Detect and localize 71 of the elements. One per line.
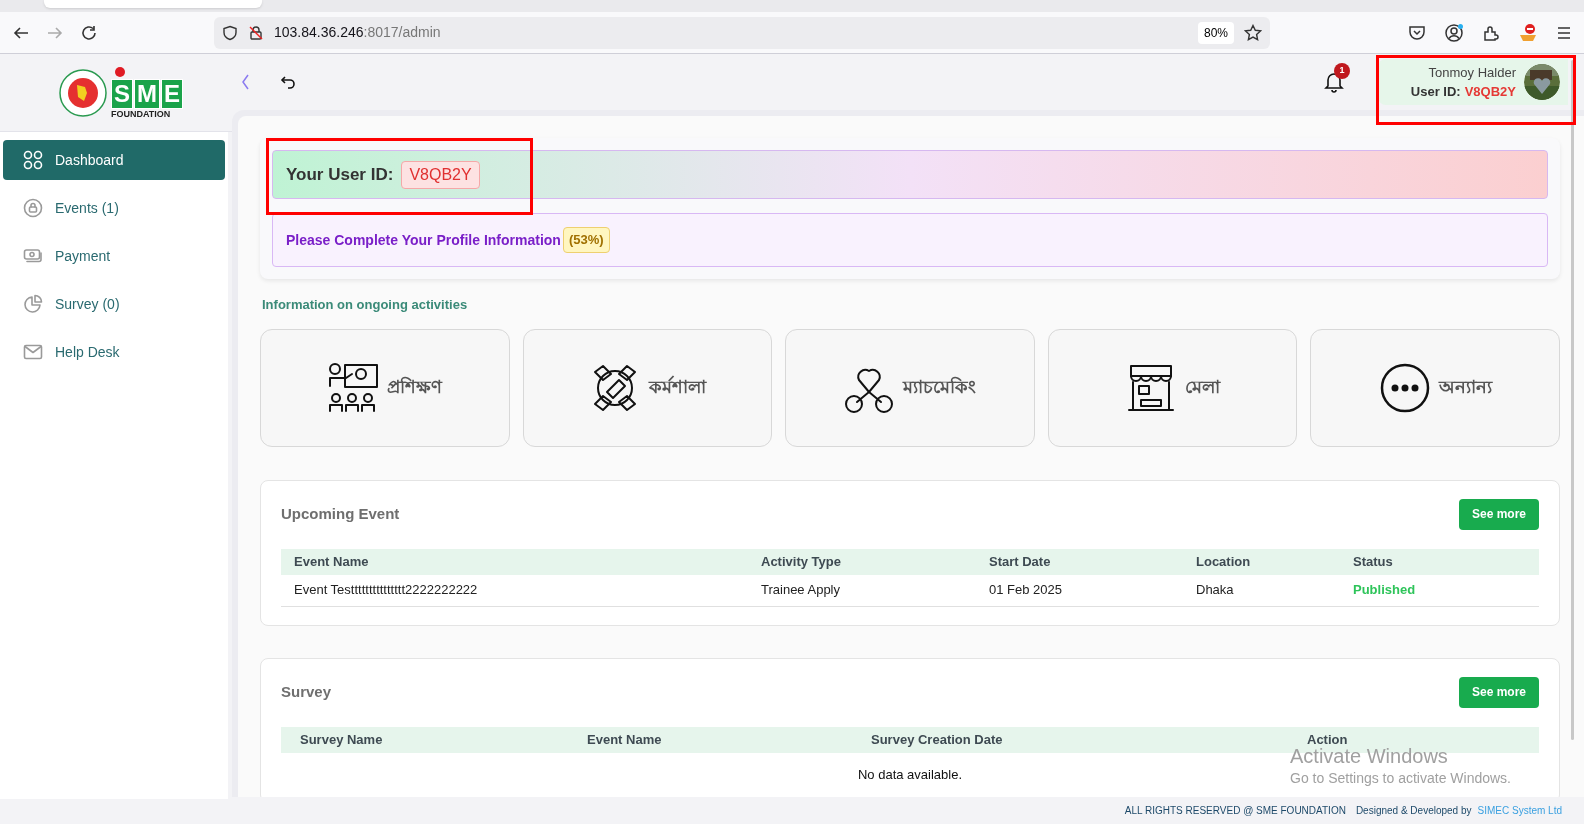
activation-subtitle: Go to Settings to activate Windows. xyxy=(1290,769,1511,788)
activity-card[interactable]: কর্মশালা xyxy=(522,328,773,447)
sidebar-item[interactable]: Survey (0) xyxy=(3,284,225,324)
bell-icon[interactable] xyxy=(1324,71,1344,93)
copyright-text: ALL RIGHTS RESERVED @ SME FOUNDATION xyxy=(1124,803,1346,818)
table-cell-text: Trainee Apply xyxy=(760,581,841,600)
notification-badge: 1 xyxy=(1334,63,1350,79)
card-title: Survey xyxy=(281,681,332,702)
column-header: Survey Name xyxy=(299,730,384,749)
activity-label: অন্যান্য xyxy=(1438,376,1492,399)
table-cell-text: Dhaka xyxy=(1195,581,1235,600)
menu-icon[interactable] xyxy=(1556,24,1572,41)
activity-card[interactable]: ম্যাচমেকিং xyxy=(785,328,1035,447)
card-title: Upcoming Event xyxy=(281,503,400,524)
zoom-level-button[interactable]: 80% xyxy=(1197,21,1234,44)
more-icon xyxy=(1378,361,1431,414)
pie-chart-icon xyxy=(23,294,43,314)
user-id-label: Your User ID: xyxy=(286,163,394,186)
emblem-icon xyxy=(59,68,107,117)
empty-table-text: No data available. xyxy=(857,765,963,784)
logo-subtitle: FOUNDATION xyxy=(111,108,171,119)
reload-icon[interactable] xyxy=(80,23,98,42)
column-header: Status xyxy=(1352,552,1394,571)
activity-card[interactable]: অন্যান্য xyxy=(1310,328,1560,447)
grid-icon xyxy=(23,150,43,170)
lock-icon xyxy=(23,198,43,218)
column-header: Event Name xyxy=(586,730,663,749)
credit-text: Designed & Developed by xyxy=(1355,803,1472,818)
sidebar-item[interactable]: Payment xyxy=(3,236,225,276)
status-text: Published xyxy=(1352,581,1417,600)
sidebar-item[interactable]: Dashboard xyxy=(3,140,225,180)
address-bar[interactable]: 103.84.36.246:8017/admin 80% xyxy=(214,16,1270,49)
user-profile-chip[interactable]: Tonmoy Halder User ID: V8QB2Y xyxy=(1378,59,1568,105)
collapse-icon[interactable] xyxy=(240,73,250,91)
logo-letter: S xyxy=(111,78,133,109)
teacher-students-icon xyxy=(327,361,380,414)
star-icon[interactable] xyxy=(1244,23,1262,42)
activity-card[interactable]: প্রশিক্ষণ xyxy=(260,328,510,447)
column-header: Survey Creation Date xyxy=(870,730,1004,749)
sidebar-item[interactable]: Help Desk xyxy=(3,332,225,372)
activity-label: ম্যাচমেকিং xyxy=(903,375,977,399)
logo-letter: E xyxy=(161,78,183,109)
extension-badge-icon[interactable] xyxy=(1518,22,1538,43)
column-header: Location xyxy=(1195,552,1252,571)
mail-icon xyxy=(23,342,43,362)
profile-percent-badge: (53%) xyxy=(562,227,610,253)
scrollbar[interactable] xyxy=(1571,60,1574,740)
table-cell-text: Event Testtttttttttttttt2222222222 xyxy=(293,581,479,600)
undo-icon[interactable] xyxy=(280,74,296,90)
activity-label: মেলা xyxy=(1185,376,1221,399)
pocket-icon[interactable] xyxy=(1408,23,1426,42)
activity-label: কর্মশালা xyxy=(648,374,706,399)
extensions-icon[interactable] xyxy=(1482,23,1500,42)
column-header: Activity Type xyxy=(760,552,842,571)
user-id-badge: V8QB2Y xyxy=(401,160,480,189)
column-header: Event Name xyxy=(293,552,370,571)
column-header: Start Date xyxy=(988,552,1052,571)
user-id-value: V8QB2Y xyxy=(1464,83,1516,101)
logo-letter: M xyxy=(134,78,160,109)
activity-label: প্রশিক্ষণ xyxy=(387,375,443,399)
profile-notice-text: Please Complete Your Profile Information xyxy=(286,230,561,250)
insecure-lock-icon[interactable] xyxy=(248,24,264,41)
shield-icon[interactable] xyxy=(222,24,238,41)
section-title: Information on ongoing activities xyxy=(262,296,469,314)
table-cell-text: 01 Feb 2025 xyxy=(988,581,1063,600)
url-text: 103.84.36.246:8017/admin xyxy=(274,23,441,42)
sidebar-item[interactable]: Events (1) xyxy=(3,188,225,228)
account-icon[interactable] xyxy=(1444,22,1464,43)
user-name: Tonmoy Halder xyxy=(1428,63,1516,82)
activity-card[interactable]: মেলা xyxy=(1047,328,1298,447)
user-id-label: User ID: xyxy=(1410,83,1461,101)
